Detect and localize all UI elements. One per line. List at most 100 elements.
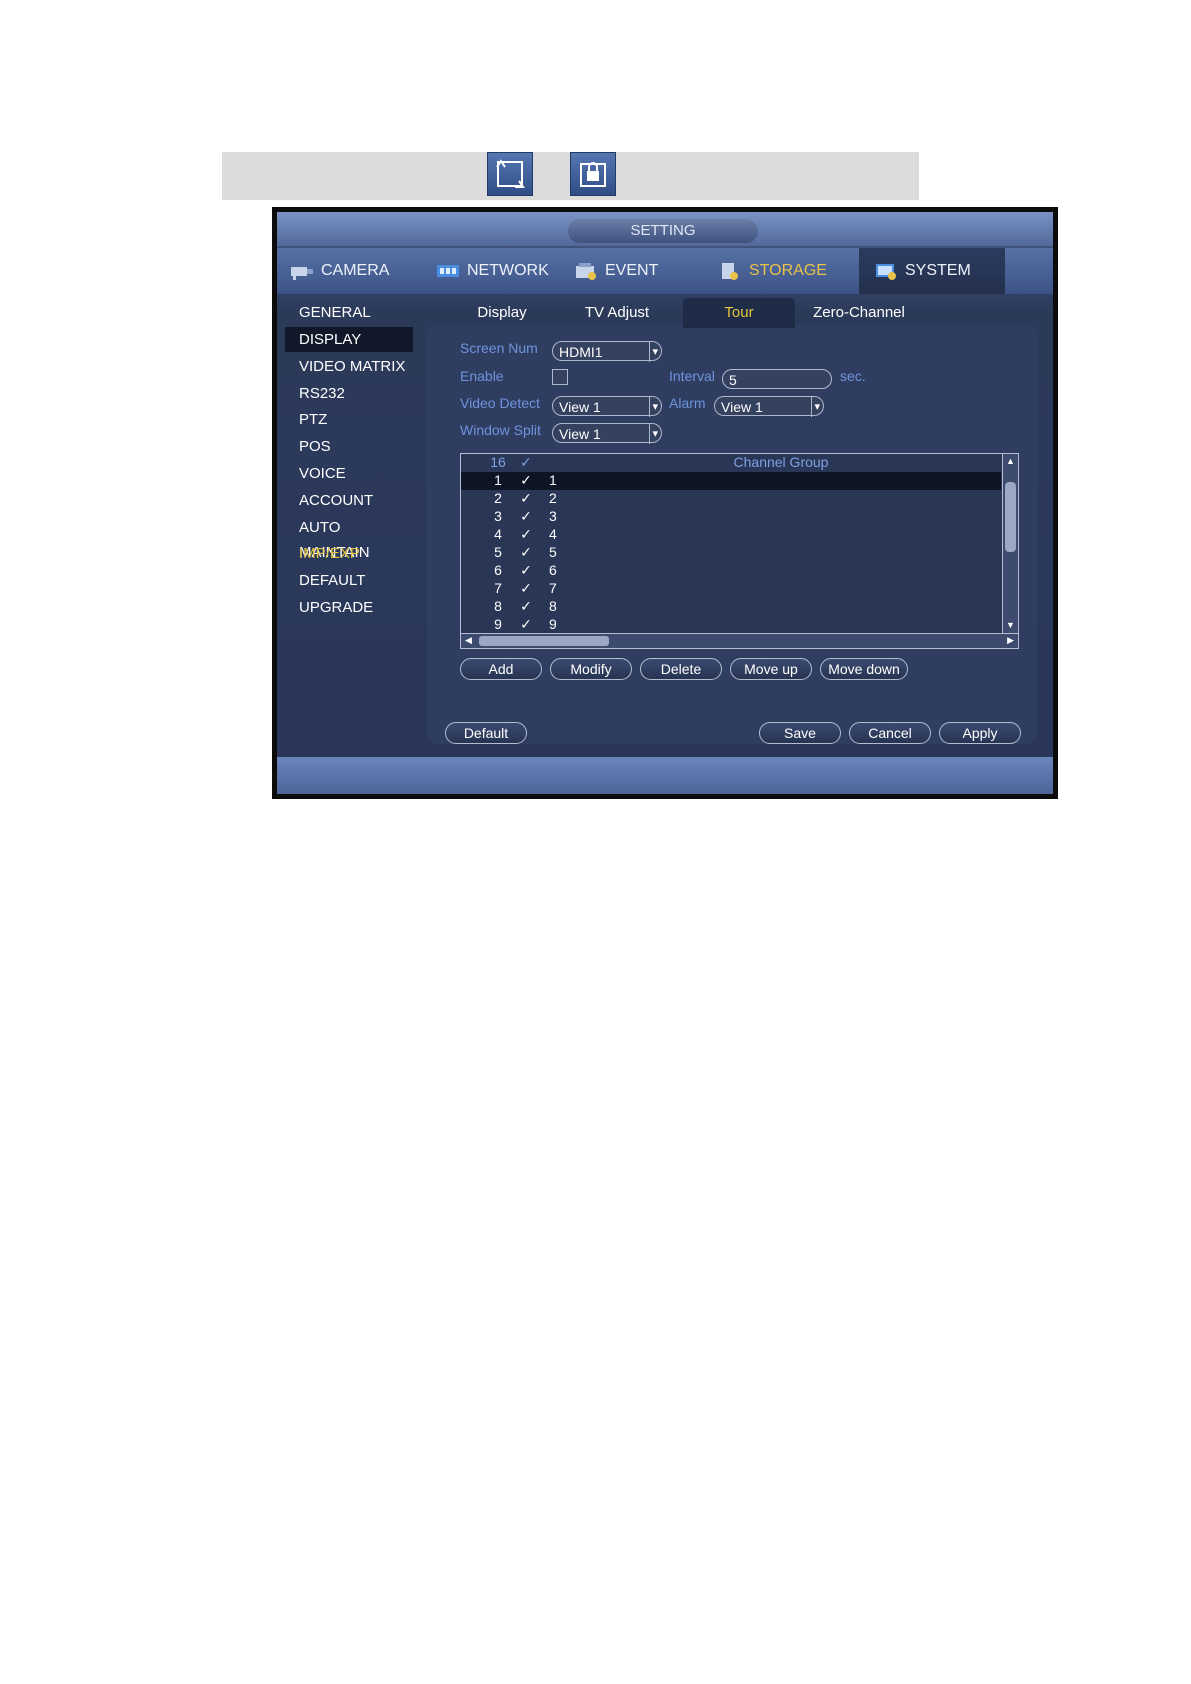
tour-lock-icon[interactable] xyxy=(570,152,616,196)
row-checkbox[interactable]: ✓ xyxy=(518,526,534,543)
tab-camera[interactable]: CAMERA xyxy=(289,248,419,294)
scroll-up-icon[interactable]: ▲ xyxy=(1006,456,1015,466)
row-checkbox[interactable]: ✓ xyxy=(518,472,534,489)
interval-label: Interval xyxy=(669,368,715,384)
row-num: 3 xyxy=(494,508,502,524)
row-group: 2 xyxy=(549,490,557,506)
row-num: 6 xyxy=(494,562,502,578)
subtab-tour[interactable]: Tour xyxy=(683,298,795,328)
table-row[interactable]: 2 ✓ 2 xyxy=(461,490,1001,508)
row-group: 3 xyxy=(549,508,557,524)
row-group: 7 xyxy=(549,580,557,596)
row-num: 2 xyxy=(494,490,502,506)
sidebar-item-imp-exp[interactable]: IMP/EXP xyxy=(285,541,413,566)
vertical-scroll-thumb[interactable] xyxy=(1005,482,1016,552)
table-row[interactable]: 6 ✓ 6 xyxy=(461,562,1001,580)
scroll-right-icon[interactable]: ▶ xyxy=(1007,635,1014,646)
interval-unit: sec. xyxy=(840,368,866,384)
enable-label: Enable xyxy=(460,368,504,384)
table-row[interactable]: 4 ✓ 4 xyxy=(461,526,1001,544)
save-button[interactable]: Save xyxy=(759,722,841,744)
video-detect-label: Video Detect xyxy=(460,395,540,411)
tab-event[interactable]: EVENT xyxy=(573,248,703,294)
sidebar: GENERAL DISPLAY VIDEO MATRIX RS232 PTZ P… xyxy=(277,294,419,764)
row-checkbox[interactable]: ✓ xyxy=(518,562,534,579)
sidebar-item-account[interactable]: ACCOUNT xyxy=(285,488,413,513)
row-num: 4 xyxy=(494,526,502,542)
header-check-all[interactable]: ✓ xyxy=(518,454,534,471)
screen-num-select[interactable]: HDMI1 xyxy=(552,341,662,362)
alarm-select[interactable]: View 1 xyxy=(714,396,824,417)
system-icon xyxy=(876,264,896,280)
sidebar-item-ptz[interactable]: PTZ xyxy=(285,407,413,432)
row-num: 5 xyxy=(494,544,502,560)
storage-icon xyxy=(722,263,738,280)
header-channel-group: Channel Group xyxy=(733,454,829,470)
sidebar-item-display[interactable]: DISPLAY xyxy=(285,327,413,352)
screen-num-label: Screen Num xyxy=(460,340,538,356)
subtab-display[interactable]: Display xyxy=(457,298,547,328)
settings-window-body: SETTING CAMERA NETWORK EVENT STORAGE SYS… xyxy=(277,212,1053,794)
default-button[interactable]: Default xyxy=(445,722,527,744)
horizontal-scroll-thumb[interactable] xyxy=(479,636,609,646)
delete-button[interactable]: Delete xyxy=(640,658,722,680)
table-row[interactable]: 3 ✓ 3 xyxy=(461,508,1001,526)
sidebar-item-voice[interactable]: VOICE xyxy=(285,461,413,486)
subtab-tv-adjust[interactable]: TV Adjust xyxy=(562,298,672,328)
row-group: 9 xyxy=(549,616,557,632)
tour-start-icon[interactable] xyxy=(487,152,533,196)
table-row[interactable]: 9 ✓ 9 xyxy=(461,616,1001,634)
horizontal-scrollbar[interactable]: ◀ ▶ xyxy=(461,633,1018,648)
tab-system-label: SYSTEM xyxy=(905,262,971,279)
table-row[interactable]: 7 ✓ 7 xyxy=(461,580,1001,598)
sidebar-item-rs232[interactable]: RS232 xyxy=(285,381,413,406)
table-header: 16 ✓ Channel Group xyxy=(461,454,1001,471)
add-button[interactable]: Add xyxy=(460,658,542,680)
row-group: 6 xyxy=(549,562,557,578)
row-checkbox[interactable]: ✓ xyxy=(518,544,534,561)
move-up-button[interactable]: Move up xyxy=(730,658,812,680)
alarm-label: Alarm xyxy=(669,395,706,411)
sub-tab-bar: Display TV Adjust Tour Zero-Channel xyxy=(427,298,1037,328)
tab-network-label: NETWORK xyxy=(467,262,549,279)
enable-checkbox[interactable] xyxy=(552,369,568,385)
table-row[interactable]: 5 ✓ 5 xyxy=(461,544,1001,562)
tab-event-label: EVENT xyxy=(605,262,659,279)
sidebar-item-auto-maintain[interactable]: AUTO MAINTAIN xyxy=(285,515,413,561)
move-down-button[interactable]: Move down xyxy=(820,658,908,680)
sidebar-item-default[interactable]: DEFAULT xyxy=(285,568,413,593)
row-checkbox[interactable]: ✓ xyxy=(518,490,534,507)
row-group: 1 xyxy=(549,472,557,488)
apply-button[interactable]: Apply xyxy=(939,722,1021,744)
channel-group-table: 16 ✓ Channel Group 1 ✓ 1 2 ✓ 2 3 ✓ 3 4 ✓ xyxy=(460,453,1019,649)
row-num: 8 xyxy=(494,598,502,614)
tab-system[interactable]: SYSTEM xyxy=(859,248,1005,294)
sidebar-item-video-matrix[interactable]: VIDEO MATRIX xyxy=(285,354,413,379)
row-checkbox[interactable]: ✓ xyxy=(518,598,534,615)
table-row[interactable]: 8 ✓ 8 xyxy=(461,598,1001,616)
event-icon xyxy=(576,263,596,280)
row-checkbox[interactable]: ✓ xyxy=(518,508,534,525)
sidebar-item-upgrade[interactable]: UPGRADE xyxy=(285,595,413,620)
sidebar-item-general[interactable]: GENERAL xyxy=(285,300,413,325)
subtab-zero-channel[interactable]: Zero-Channel xyxy=(799,298,919,328)
tab-network[interactable]: NETWORK xyxy=(435,248,565,294)
vertical-scrollbar[interactable]: ▲ ▼ xyxy=(1002,454,1018,634)
interval-input[interactable]: 5 xyxy=(722,369,832,389)
window-split-select[interactable]: View 1 xyxy=(552,423,662,444)
table-row[interactable]: 1 ✓ 1 xyxy=(461,472,1001,490)
scroll-left-icon[interactable]: ◀ xyxy=(465,635,472,646)
window-title: SETTING xyxy=(568,219,758,243)
video-detect-select[interactable]: View 1 xyxy=(552,396,662,417)
row-checkbox[interactable]: ✓ xyxy=(518,616,534,633)
title-bar: SETTING xyxy=(277,212,1053,246)
network-icon xyxy=(437,265,459,277)
modify-button[interactable]: Modify xyxy=(550,658,632,680)
cancel-button[interactable]: Cancel xyxy=(849,722,931,744)
sidebar-item-pos[interactable]: POS xyxy=(285,434,413,459)
row-group: 4 xyxy=(549,526,557,542)
tab-storage[interactable]: STORAGE xyxy=(717,248,847,294)
row-checkbox[interactable]: ✓ xyxy=(518,580,534,597)
tab-storage-label: STORAGE xyxy=(749,262,827,279)
scroll-down-icon[interactable]: ▼ xyxy=(1006,620,1015,630)
